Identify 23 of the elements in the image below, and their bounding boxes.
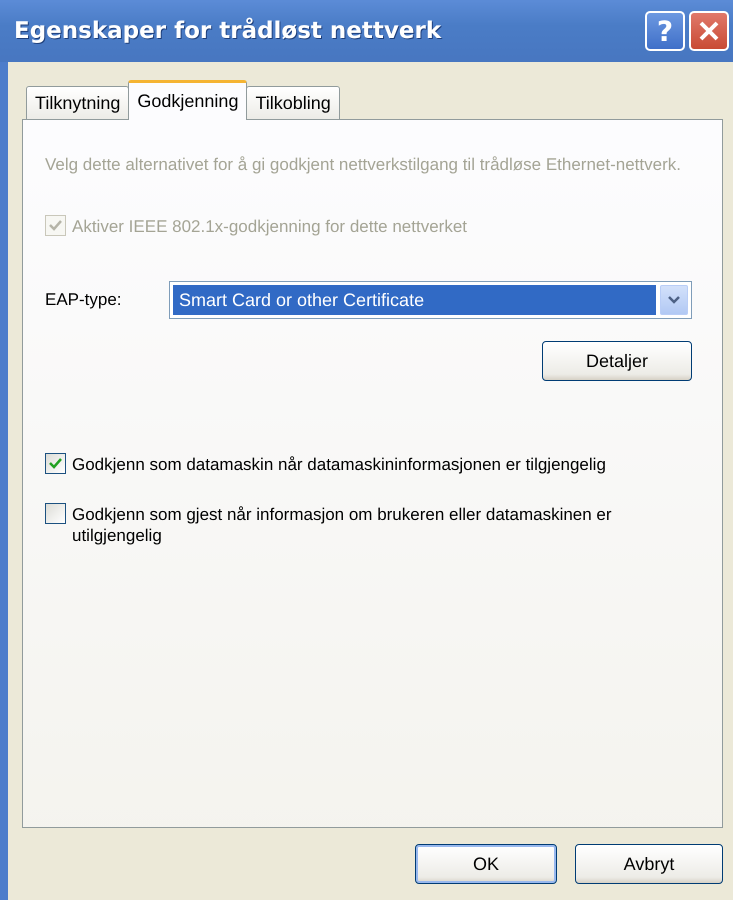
- dropdown-button[interactable]: [660, 285, 688, 315]
- checkbox[interactable]: [45, 453, 66, 474]
- checkbox-label: Godkjenn som datamaskin når datamaskininformasjonen er tilgjengelig: [72, 454, 606, 475]
- eap-type-label: EAP-type:: [45, 290, 123, 310]
- chevron-down-icon: [668, 296, 680, 304]
- ok-button[interactable]: OK: [415, 844, 557, 884]
- details-button[interactable]: Detaljer: [542, 341, 692, 381]
- close-button[interactable]: [689, 11, 729, 51]
- window-title: Egenskaper for trådløst nettverk: [14, 18, 442, 44]
- tab[interactable]: Godkjenning: [128, 80, 248, 120]
- tab[interactable]: Tilkobling: [246, 86, 340, 120]
- tab[interactable]: Tilknytning: [26, 86, 130, 120]
- description-text: Velg dette alternativet for å gi godkjent nettverkstilgang til trådløse Ethernet-nettverk.: [45, 154, 682, 175]
- dropdown-value: Smart Card or other Certificate: [173, 285, 656, 315]
- check-icon: [49, 458, 62, 469]
- checkbox-label: Godkjenn som gjest når informasjon om brukeren eller datamaskinen er utilgjengelig: [72, 504, 613, 546]
- help-button[interactable]: ?: [645, 11, 685, 51]
- check-icon: [49, 220, 62, 231]
- checkbox[interactable]: [45, 503, 66, 524]
- eap-type-dropdown[interactable]: Smart Card or other Certificate: [169, 281, 692, 319]
- cancel-button[interactable]: Avbryt: [575, 844, 723, 884]
- checkbox-label: Aktiver IEEE 802.1x-godkjenning for dette nettverket: [72, 216, 468, 237]
- close-icon: [698, 20, 720, 42]
